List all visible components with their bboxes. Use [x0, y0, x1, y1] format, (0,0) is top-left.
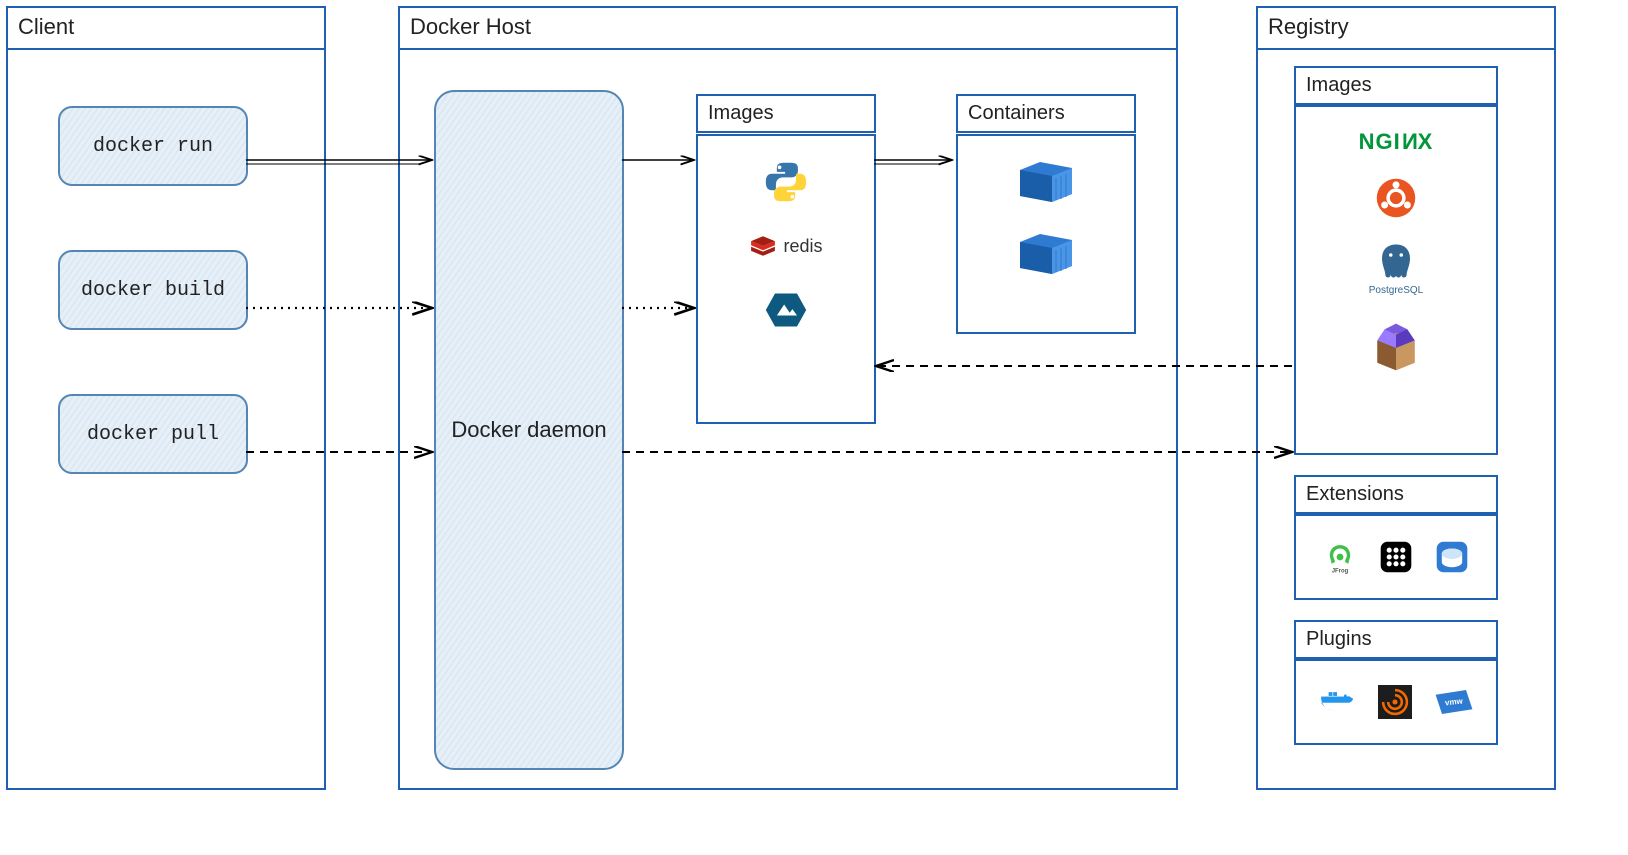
python-icon: [764, 160, 808, 204]
client-panel: Client docker run docker build docker pu…: [6, 6, 326, 790]
grafana-icon: [1378, 685, 1412, 719]
docker-host-title: Docker Host: [400, 8, 1176, 50]
docker-run-command: docker run: [58, 106, 248, 186]
registry-extensions-label: Extensions: [1294, 475, 1498, 514]
docker-host-panel: Docker Host Docker daemon Images redis C: [398, 6, 1178, 790]
registry-panel: Registry Images NGINX PostgreSQL: [1256, 6, 1556, 790]
vmware-icon: vmw: [1434, 688, 1474, 716]
images-label: Images: [696, 94, 876, 133]
redis-icon: redis: [749, 232, 822, 260]
registry-images-section: Images NGINX PostgreSQL: [1294, 66, 1498, 455]
keypad-icon: [1379, 540, 1413, 574]
alpine-icon: [764, 288, 808, 332]
docker-daemon-box: Docker daemon: [434, 90, 624, 770]
docker-build-command: docker build: [58, 250, 248, 330]
container-icon: [1016, 228, 1076, 276]
docker-daemon-label: Docker daemon: [451, 417, 606, 443]
registry-title: Registry: [1258, 8, 1554, 50]
registry-plugins-label: Plugins: [1294, 620, 1498, 659]
disk-icon: [1435, 540, 1469, 574]
svg-text:JFrog: JFrog: [1332, 568, 1349, 574]
images-box: redis: [696, 134, 876, 424]
nginx-icon: NGINX: [1359, 129, 1434, 155]
jfrog-icon: JFrog: [1323, 540, 1357, 574]
registry-plugins-section: Plugins vmw: [1294, 620, 1498, 745]
registry-extensions-section: Extensions JFrog: [1294, 475, 1498, 600]
client-title: Client: [8, 8, 324, 50]
command-label: docker run: [93, 135, 213, 158]
docker-pull-command: docker pull: [58, 394, 248, 474]
containers-label: Containers: [956, 94, 1136, 133]
postgresql-icon: PostgreSQL: [1369, 241, 1423, 296]
package-box-icon: [1368, 318, 1424, 374]
docker-whale-icon: [1318, 687, 1356, 717]
registry-images-label: Images: [1294, 66, 1498, 105]
command-label: docker pull: [87, 423, 219, 446]
container-icon: [1016, 156, 1076, 204]
ubuntu-icon: [1375, 177, 1417, 219]
command-label: docker build: [81, 279, 225, 302]
containers-box: [956, 134, 1136, 334]
